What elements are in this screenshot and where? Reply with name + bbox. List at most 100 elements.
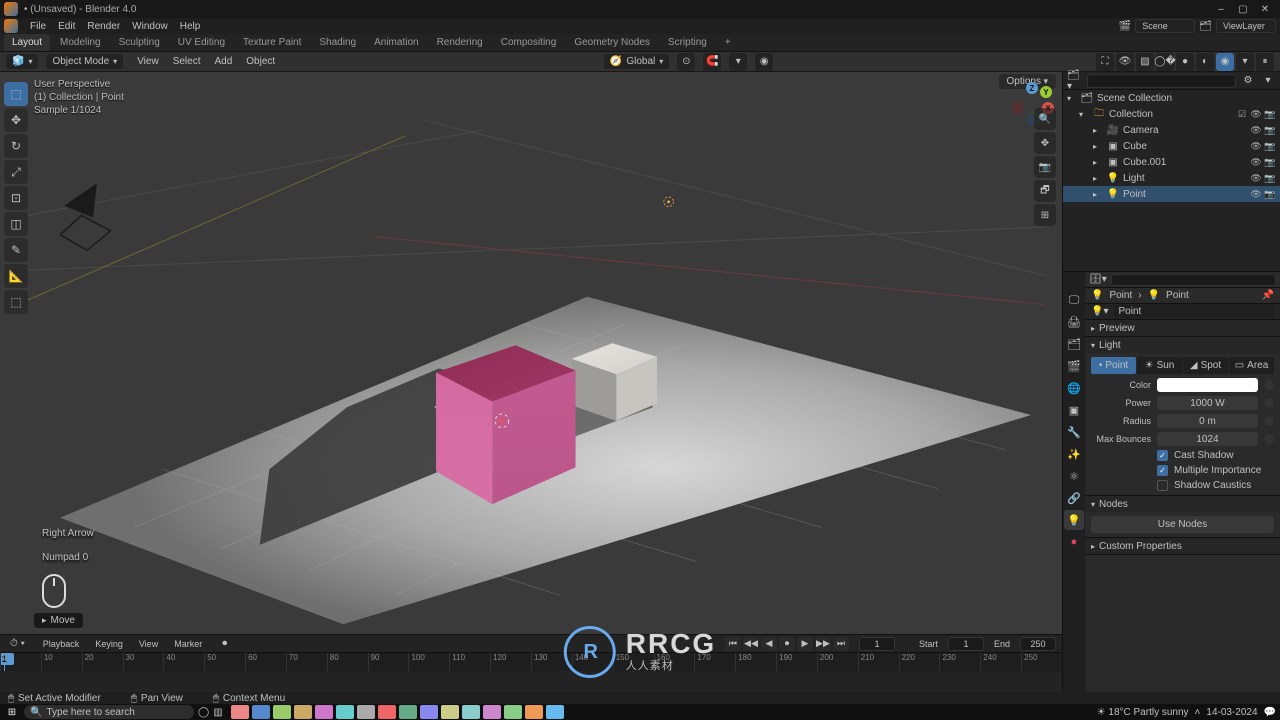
outliner-scene-collection[interactable]: ▾🗂Scene Collection [1063,90,1280,106]
prop-tab-scene[interactable]: 🎬 [1064,356,1084,376]
camera-view-button[interactable]: 📷 [1034,156,1056,178]
menu-edit[interactable]: Edit [52,19,81,34]
prop-tab-object[interactable]: ▣ [1064,400,1084,420]
cortana-icon[interactable]: ◯ [198,707,209,718]
tool-button-2[interactable]: ↻ [4,134,28,158]
prop-tab-particles[interactable]: ✨ [1064,444,1084,464]
light-power-field[interactable]: 1000 W [1157,396,1258,410]
prop-tab-modifiers[interactable]: 🔧 [1064,422,1084,442]
workspace-tab-geometry-nodes[interactable]: Geometry Nodes [566,34,658,51]
cast-shadow-checkbox[interactable]: ✓ [1157,450,1168,461]
timeline-menu-view[interactable]: View [135,637,162,651]
start-frame-field[interactable]: 1 [948,637,984,651]
taskbar-app-11[interactable] [462,705,480,719]
viewport-canvas[interactable] [0,72,1062,634]
tool-button-4[interactable]: ⊡ [4,186,28,210]
hide-render-toggle[interactable]: 📷 [1264,141,1276,152]
taskbar-app-5[interactable] [336,705,354,719]
workspace-tab-sculpting[interactable]: Sculpting [111,34,168,51]
hide-viewport-toggle[interactable]: 👁 [1250,189,1262,200]
taskbar-app-15[interactable] [546,705,564,719]
header-menu-add[interactable]: Add [208,54,238,69]
properties-editor-type-dropdown[interactable]: 🗄▾ [1089,274,1107,285]
timeline-menu-playback[interactable]: Playback [39,637,84,651]
taskbar-app-3[interactable] [294,705,312,719]
workspace-tab-uv-editing[interactable]: UV Editing [170,34,233,51]
start-button[interactable]: ⊞ [4,705,20,719]
tool-button-0[interactable]: ⬚ [4,82,28,106]
shading-options[interactable]: ▾ [1236,53,1254,71]
outliner-item-point[interactable]: ▸💡Point👁📷 [1063,186,1280,202]
max-bounces-keyframe-button[interactable] [1264,434,1274,444]
zoom-button[interactable]: 🔍 [1034,108,1056,130]
tool-button-3[interactable]: ⤢ [4,160,28,184]
taskbar-app-10[interactable] [441,705,459,719]
transport-record[interactable]: ⏺ [779,637,795,651]
taskbar-app-0[interactable] [231,705,249,719]
pan-button[interactable]: ✥ [1034,132,1056,154]
hide-viewport-toggle[interactable]: 👁 [1250,157,1262,168]
weather-widget[interactable]: ☀ 18°C Partly sunny [1097,707,1189,718]
menu-file[interactable]: File [24,19,52,34]
region-toggle[interactable]: ⊞ [1034,204,1056,226]
hide-render-toggle[interactable]: 📷 [1264,173,1276,184]
taskbar-app-1[interactable] [252,705,270,719]
taskbar-app-14[interactable] [525,705,543,719]
date-time[interactable]: 14-03-2024 [1206,707,1257,718]
hide-viewport-toggle[interactable]: 👁 [1250,141,1262,152]
workspace-tab-layout[interactable]: Layout [4,34,50,51]
header-menu-select[interactable]: Select [167,54,207,69]
prop-tab-physics[interactable]: ⚛ [1064,466,1084,486]
tool-button-6[interactable]: ✎ [4,238,28,262]
tool-button-7[interactable]: 📐 [4,264,28,288]
radius-keyframe-button[interactable] [1264,416,1274,426]
window-close-button[interactable]: ✕ [1254,1,1276,17]
gizmo-y-axis[interactable]: Y [1040,86,1052,98]
outliner-item-cube[interactable]: ▸▣Cube👁📷 [1063,138,1280,154]
header-menu-view[interactable]: View [131,54,165,69]
datablock-name-field[interactable]: Point [1114,305,1274,318]
properties-search-input[interactable] [1111,274,1276,286]
taskbar-app-7[interactable] [378,705,396,719]
taskbar-app-6[interactable] [357,705,375,719]
3d-viewport[interactable]: User Perspective(1) Collection | PointSa… [0,72,1062,634]
outliner-new-collection-button[interactable]: ▾ [1260,74,1276,88]
gizmo-z-axis[interactable]: Z [1026,82,1038,94]
current-frame-field[interactable]: 1 [859,637,895,651]
timeline-ruler[interactable]: 1 01020304050607080901001101201301401501… [0,653,1062,671]
os-taskbar[interactable]: ⊞ 🔍 Type here to search ◯ ▥ ☀ 18°C Partl… [0,704,1280,720]
hide-render-toggle[interactable]: 📷 [1264,189,1276,200]
transport-play[interactable]: ▶ [797,637,813,651]
workspace-tab-texture-paint[interactable]: Texture Paint [235,34,309,51]
prop-tab-world[interactable]: 🌐 [1064,378,1084,398]
xray-toggle[interactable]: ▧ [1136,53,1154,71]
shading-wire[interactable]: ◯� [1156,53,1174,71]
hide-render-toggle[interactable]: 📷 [1264,157,1276,168]
prop-tab-render[interactable]: 🖵 [1064,290,1084,310]
workspace-tab-scripting[interactable]: Scripting [660,34,715,51]
end-frame-field[interactable]: 250 [1020,637,1056,651]
workspace-tab-shading[interactable]: Shading [311,34,364,51]
scene-name-field[interactable]: Scene [1135,19,1195,33]
perspective-toggle[interactable]: 🗗 [1034,180,1056,202]
editor-type-dropdown[interactable]: 🧊▾ [6,54,38,69]
outliner-item-camera[interactable]: ▸🎥Camera👁📷 [1063,122,1280,138]
object-mode-dropdown[interactable]: Object Mode▾ [46,54,123,69]
light-radius-field[interactable]: 0 m [1157,414,1258,428]
viewlayer-name-field[interactable]: ViewLayer [1216,19,1276,33]
snap-options[interactable]: ▾ [729,53,747,71]
multiple-importance-checkbox[interactable]: ✓ [1157,465,1168,476]
transport-jump-start[interactable]: ⏮ [725,637,741,651]
collection-exclude-toggle[interactable]: ☑ [1236,109,1248,120]
workspace-tab-rendering[interactable]: Rendering [429,34,491,51]
outliner-search-input[interactable] [1087,74,1236,88]
collection-hide-toggle[interactable]: 👁 [1250,109,1262,120]
taskbar-app-13[interactable] [504,705,522,719]
collection-disable-toggle[interactable]: 📷 [1264,109,1276,120]
transport-jump-end[interactable]: ⏭ [833,637,849,651]
orientation-dropdown[interactable]: 🧭Global▾ [604,54,669,69]
tool-button-5[interactable]: ◫ [4,212,28,236]
color-keyframe-button[interactable] [1264,380,1274,390]
taskbar-search-input[interactable]: 🔍 Type here to search [24,705,194,719]
light-type-point[interactable]: •Point [1091,357,1136,374]
